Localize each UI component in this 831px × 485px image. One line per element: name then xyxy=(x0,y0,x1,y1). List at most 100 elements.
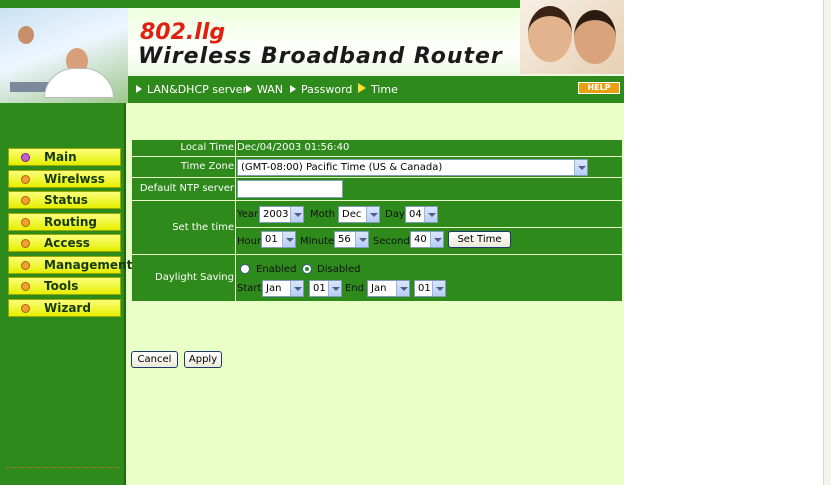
set-time-button[interactable]: Set Time xyxy=(448,231,511,248)
sidebar-item-access[interactable]: Access xyxy=(8,234,121,252)
window-scrollbar[interactable] xyxy=(823,0,831,485)
chevron-down-icon xyxy=(432,281,445,296)
nav-label: Password xyxy=(301,83,353,96)
nav-item-lan-dhcp[interactable]: LAN&DHCP server xyxy=(136,83,247,96)
start-month-value: Jan xyxy=(266,283,282,294)
end-day-select[interactable]: 01 xyxy=(414,280,446,297)
apply-button[interactable]: Apply xyxy=(184,351,222,368)
chevron-down-icon xyxy=(574,160,587,175)
nav-label: WAN xyxy=(257,83,284,96)
photo-person-body xyxy=(44,68,114,98)
disabled-label: Disabled xyxy=(317,264,361,275)
ntp-row: Default NTP server xyxy=(132,178,622,200)
time-zone-select[interactable]: (GMT-08:00) Pacific Time (US & Canada) xyxy=(237,159,588,176)
sidebar-item-wireless[interactable]: Wirelwss xyxy=(8,170,121,188)
brand-model: 802.llg xyxy=(140,20,226,45)
time-zone-row: Time Zone (GMT-08:00) Pacific Time (US &… xyxy=(132,157,622,177)
time-zone-label: Time Zone xyxy=(132,157,235,177)
cancel-button[interactable]: Cancel xyxy=(131,351,178,368)
banner-photo-left xyxy=(0,8,128,103)
sidebar-item-label: Routing xyxy=(44,215,98,229)
end-label: End xyxy=(345,283,365,294)
clock-subrow: Hour 01 Minute 56 Second 40 Set Time xyxy=(236,228,622,254)
second-label: Second xyxy=(373,236,410,247)
enabled-label: Enabled xyxy=(256,264,297,275)
chevron-down-icon xyxy=(328,281,341,296)
chevron-down-icon xyxy=(282,232,295,247)
start-day-select[interactable]: 01 xyxy=(309,280,342,297)
time-zone-cell: (GMT-08:00) Pacific Time (US & Canada) xyxy=(236,157,622,177)
sidebar-item-wizard[interactable]: Wizard xyxy=(8,299,121,317)
arrow-icon xyxy=(358,83,366,93)
chevron-down-icon xyxy=(290,281,303,296)
nav-label: Time xyxy=(371,83,398,96)
minute-select[interactable]: 56 xyxy=(334,231,369,248)
end-month-value: Jan xyxy=(371,283,387,294)
ntp-server-input[interactable] xyxy=(237,180,343,198)
bullet-icon xyxy=(21,261,30,270)
nav-item-time[interactable]: Time xyxy=(358,83,398,96)
help-button[interactable]: HELP xyxy=(578,82,620,94)
hour-label: Hour xyxy=(237,236,262,247)
sidebar-item-main[interactable]: Main xyxy=(8,148,121,166)
arrow-icon xyxy=(246,85,252,93)
day-value: 04 xyxy=(409,209,422,220)
year-select[interactable]: 2003 xyxy=(259,206,304,223)
day-select[interactable]: 04 xyxy=(405,206,438,223)
bullet-icon xyxy=(21,218,30,227)
year-value: 2003 xyxy=(263,209,289,220)
local-time-value: Dec/04/2003 01:56:40 xyxy=(237,142,350,153)
bullet-icon xyxy=(21,282,30,291)
bullet-icon xyxy=(21,175,30,184)
chevron-down-icon xyxy=(366,207,379,222)
start-day-value: 01 xyxy=(313,283,326,294)
sidebar-item-status[interactable]: Status xyxy=(8,191,121,209)
local-time-row: Local Time Dec/04/2003 01:56:40 xyxy=(132,140,622,156)
sidebar-item-management[interactable]: Management xyxy=(8,256,132,274)
local-time-cell: Dec/04/2003 01:56:40 xyxy=(236,140,622,156)
brand-title: Wireless Broadband Router xyxy=(138,44,503,69)
chevron-down-icon xyxy=(424,207,437,222)
second-select[interactable]: 40 xyxy=(410,231,444,248)
main-content: Local Time Dec/04/2003 01:56:40 Time Zon… xyxy=(126,103,624,485)
chevron-down-icon xyxy=(430,232,443,247)
nav-item-password[interactable]: Password xyxy=(290,83,352,96)
nav-label: LAN&DHCP server xyxy=(147,83,248,96)
start-label: Start xyxy=(237,283,262,294)
bullet-icon xyxy=(21,239,30,248)
month-select[interactable]: Dec xyxy=(338,206,380,223)
sidebar-item-label: Management xyxy=(44,258,133,272)
start-month-select[interactable]: Jan xyxy=(262,280,304,297)
photo-person-head xyxy=(18,26,34,44)
header-banner: 802.llg Wireless Broadband Router LAN&DH… xyxy=(0,0,624,103)
bullet-icon xyxy=(21,196,30,205)
bullet-icon xyxy=(21,153,30,162)
date-subrow: Year 2003 Moth Dec Day 04 xyxy=(236,201,622,227)
ntp-label: Default NTP server xyxy=(132,178,235,200)
set-time-label: Set the time xyxy=(132,201,235,254)
photo-face xyxy=(528,6,572,62)
daylight-cell: Enabled Disabled Start Jan 01 End Jan 01 xyxy=(236,255,622,301)
sidebar-item-label: Wirelwss xyxy=(44,172,105,186)
time-zone-value: (GMT-08:00) Pacific Time (US & Canada) xyxy=(241,162,443,173)
sidebar-item-tools[interactable]: Tools xyxy=(8,277,121,295)
daylight-disabled-radio[interactable] xyxy=(302,264,312,274)
blank-area xyxy=(624,0,831,485)
hour-select[interactable]: 01 xyxy=(261,231,296,248)
sidebar-divider xyxy=(6,467,120,469)
set-time-cell: Year 2003 Moth Dec Day 04 Hour 01 Minute… xyxy=(236,201,622,254)
hour-value: 01 xyxy=(265,234,278,245)
daylight-enabled-radio[interactable] xyxy=(240,264,250,274)
nav-item-wan[interactable]: WAN xyxy=(246,83,283,96)
arrow-icon xyxy=(290,85,296,93)
top-nav: LAN&DHCP server WAN Password Time xyxy=(128,76,624,103)
sidebar-item-label: Status xyxy=(44,193,88,207)
chevron-down-icon xyxy=(396,281,409,296)
minute-label: Minute xyxy=(300,236,335,247)
bullet-icon xyxy=(21,304,30,313)
set-time-row: Set the time Year 2003 Moth Dec Day 04 H… xyxy=(132,201,622,254)
sidebar-item-label: Tools xyxy=(44,279,79,293)
sidebar-item-routing[interactable]: Routing xyxy=(8,213,121,231)
chevron-down-icon xyxy=(290,207,303,222)
end-month-select[interactable]: Jan xyxy=(367,280,410,297)
